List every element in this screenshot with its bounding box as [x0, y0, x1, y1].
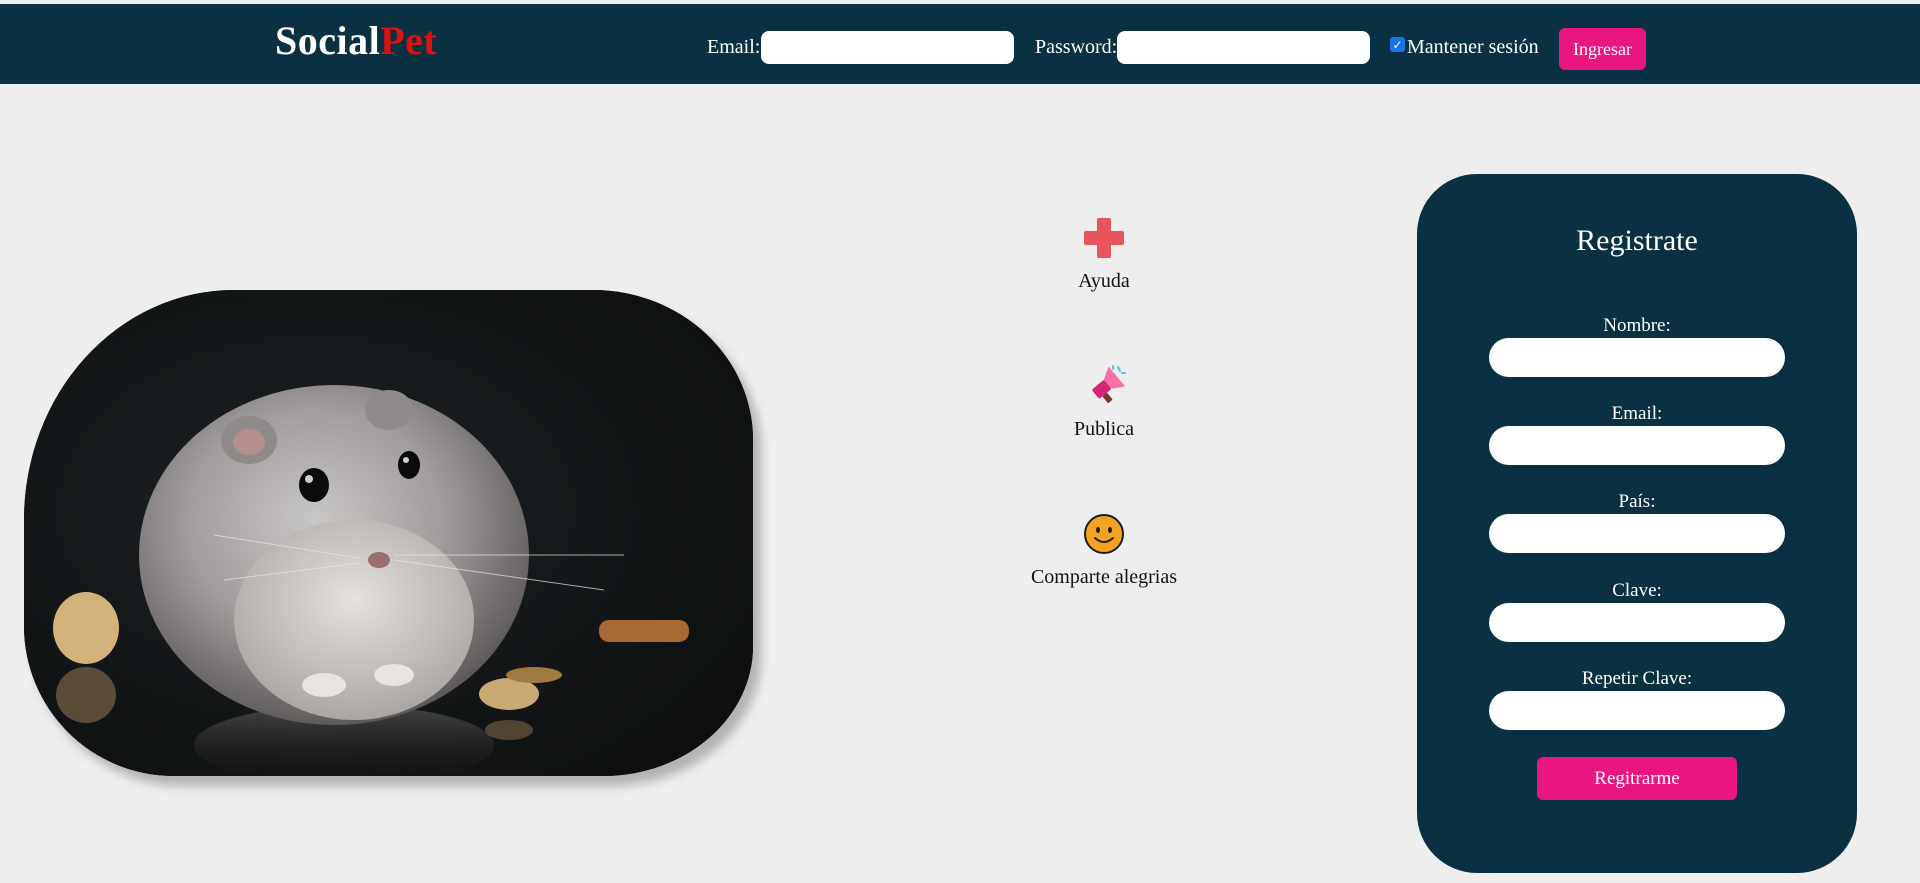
- megaphone-icon: [1092, 365, 1126, 403]
- register-email-label: Email:: [1611, 403, 1663, 424]
- login-password-input[interactable]: [1117, 31, 1370, 64]
- top-navbar: SocialPet Email: Password: ✓ Mantener se…: [0, 4, 1920, 84]
- hamster-image: [24, 290, 753, 776]
- logo: SocialPet: [275, 21, 437, 61]
- feature-ayuda: Ayuda: [1004, 216, 1204, 293]
- register-button[interactable]: Regitrarme: [1537, 757, 1737, 800]
- feature-label-comparte: Comparte alegrias: [1030, 566, 1178, 588]
- email-label: Email:: [707, 36, 761, 58]
- login-email-input[interactable]: [761, 31, 1014, 64]
- red-cross-icon: [1084, 218, 1124, 258]
- repetir-clave-label: Repetir Clave:: [1581, 668, 1693, 689]
- pais-input[interactable]: [1489, 514, 1785, 553]
- nombre-label: Nombre:: [1603, 315, 1671, 336]
- register-title: Registrate: [1576, 224, 1698, 257]
- smiley-icon: [1084, 514, 1124, 554]
- repetir-clave-input[interactable]: [1489, 691, 1785, 730]
- password-label: Password:: [1035, 36, 1118, 58]
- keep-session[interactable]: ✓ Mantener sesión: [1390, 36, 1539, 59]
- logo-social: Social: [275, 18, 381, 63]
- register-card: Registrate Nombre: Email: País: Clave: R…: [1417, 174, 1857, 873]
- feature-label-publica: Publica: [1074, 418, 1134, 440]
- hamster-photo: [24, 290, 753, 776]
- page: SocialPet Email: Password: ✓ Mantener se…: [0, 0, 1920, 883]
- logo-pet: Pet: [380, 18, 438, 63]
- feature-publica: Publica: [1004, 364, 1204, 441]
- feature-label-ayuda: Ayuda: [1078, 270, 1130, 292]
- feature-comparte: Comparte alegrias: [1004, 512, 1204, 589]
- nombre-input[interactable]: [1489, 338, 1785, 377]
- clave-label: Clave:: [1612, 580, 1662, 601]
- register-email-input[interactable]: [1489, 426, 1785, 465]
- login-button[interactable]: Ingresar: [1559, 28, 1646, 70]
- clave-input[interactable]: [1489, 603, 1785, 642]
- pais-label: País:: [1618, 491, 1656, 512]
- keep-session-label: Mantener sesión: [1407, 36, 1539, 58]
- keep-session-checkbox[interactable]: ✓: [1390, 37, 1405, 52]
